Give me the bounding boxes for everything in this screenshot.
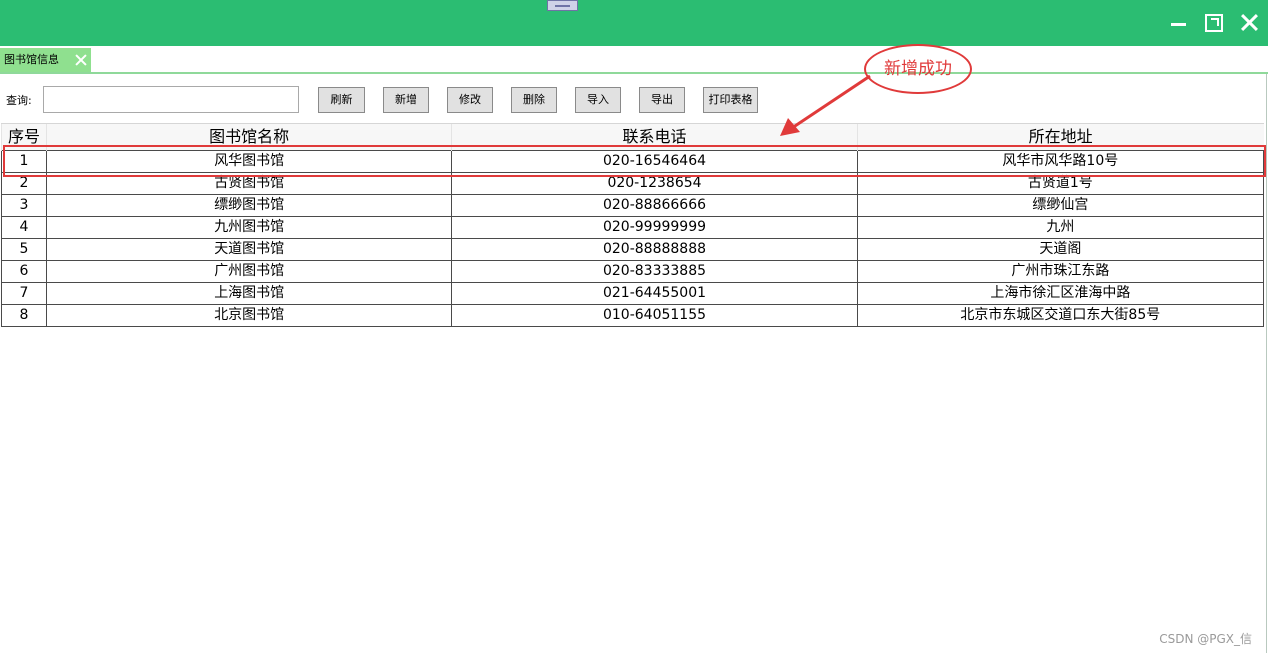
print-table-button[interactable]: 打印表格: [703, 87, 758, 113]
tab-bar: 图书馆信息: [0, 46, 1268, 74]
cell-address: 上海市徐汇区淮海中路: [856, 282, 1265, 305]
cell-address: 九州: [856, 216, 1265, 239]
minimize-icon[interactable]: [1168, 12, 1190, 34]
export-button[interactable]: 导出: [639, 87, 685, 113]
cell-index: 7: [0, 282, 48, 305]
cell-address: 广州市珠江东路: [856, 260, 1265, 283]
cell-index: 4: [0, 216, 48, 239]
cell-name: 古贤图书馆: [46, 172, 453, 195]
cell-name: 天道图书馆: [46, 238, 453, 261]
table-row[interactable]: 2 古贤图书馆 020-1238654 古贤道1号: [0, 172, 1265, 195]
cell-name: 北京图书馆: [46, 304, 453, 327]
table-row[interactable]: 7 上海图书馆 021-64455001 上海市徐汇区淮海中路: [0, 282, 1265, 305]
annotation-arrow-icon: [780, 74, 871, 136]
table-row[interactable]: 6 广州图书馆 020-83333885 广州市珠江东路: [0, 260, 1265, 283]
tab-library-info[interactable]: 图书馆信息: [0, 48, 91, 72]
column-header-name[interactable]: 图书馆名称: [46, 123, 452, 151]
cell-name: 九州图书馆: [46, 216, 453, 239]
cell-name: 广州图书馆: [46, 260, 453, 283]
cell-phone: 020-88888888: [451, 238, 858, 261]
query-input[interactable]: [43, 86, 299, 113]
cell-name: 缥缈图书馆: [46, 194, 453, 217]
cell-index: 6: [0, 260, 48, 283]
cell-phone: 020-99999999: [451, 216, 858, 239]
watermark: CSDN @PGX_信: [1159, 632, 1252, 646]
cell-address: 古贤道1号: [856, 172, 1265, 195]
cell-address: 缥缈仙宫: [856, 194, 1265, 217]
success-callout: 新增成功: [864, 44, 972, 94]
column-header-index[interactable]: 序号: [0, 123, 47, 151]
cell-index: 3: [0, 194, 48, 217]
delete-button[interactable]: 删除: [511, 87, 557, 113]
cell-index: 8: [0, 304, 48, 327]
cell-index: 1: [0, 150, 48, 173]
table-row[interactable]: 4 九州图书馆 020-99999999 九州: [0, 216, 1265, 239]
cell-index: 2: [0, 172, 48, 195]
maximize-icon[interactable]: [1203, 12, 1225, 34]
title-bar: [0, 0, 1268, 46]
cell-phone: 021-64455001: [451, 282, 858, 305]
cell-phone: 020-83333885: [451, 260, 858, 283]
table-row[interactable]: 5 天道图书馆 020-88888888 天道阁: [0, 238, 1265, 261]
cell-phone: 020-88866666: [451, 194, 858, 217]
table-row[interactable]: 8 北京图书馆 010-64051155 北京市东城区交道口东大街85号: [0, 304, 1265, 327]
library-table: 序号 图书馆名称 联系电话 所在地址 1 风华图书馆 020-16546464 …: [0, 123, 1265, 327]
edit-button[interactable]: 修改: [447, 87, 493, 113]
cell-address: 北京市东城区交道口东大街85号: [856, 304, 1265, 327]
cell-index: 5: [0, 238, 48, 261]
close-icon[interactable]: [1239, 12, 1261, 34]
cell-address: 风华市风华路10号: [856, 150, 1265, 173]
table-header-row: 序号 图书馆名称 联系电话 所在地址: [0, 123, 1264, 151]
drag-handle[interactable]: [547, 0, 578, 11]
cell-name: 上海图书馆: [46, 282, 453, 305]
cell-address: 天道阁: [856, 238, 1265, 261]
query-label: 查询:: [6, 94, 32, 107]
table-row[interactable]: 3 缥缈图书馆 020-88866666 缥缈仙宫: [0, 194, 1265, 217]
cell-phone: 020-1238654: [451, 172, 858, 195]
cell-phone: 020-16546464: [451, 150, 858, 173]
close-icon[interactable]: [74, 53, 88, 67]
column-header-address[interactable]: 所在地址: [856, 123, 1264, 151]
table-row[interactable]: 1 风华图书馆 020-16546464 风华市风华路10号: [0, 150, 1265, 173]
cell-phone: 010-64051155: [451, 304, 858, 327]
refresh-button[interactable]: 刷新: [318, 87, 365, 113]
import-button[interactable]: 导入: [575, 87, 621, 113]
tab-label: 图书馆信息: [4, 53, 59, 66]
cell-name: 风华图书馆: [46, 150, 453, 173]
add-button[interactable]: 新增: [383, 87, 429, 113]
